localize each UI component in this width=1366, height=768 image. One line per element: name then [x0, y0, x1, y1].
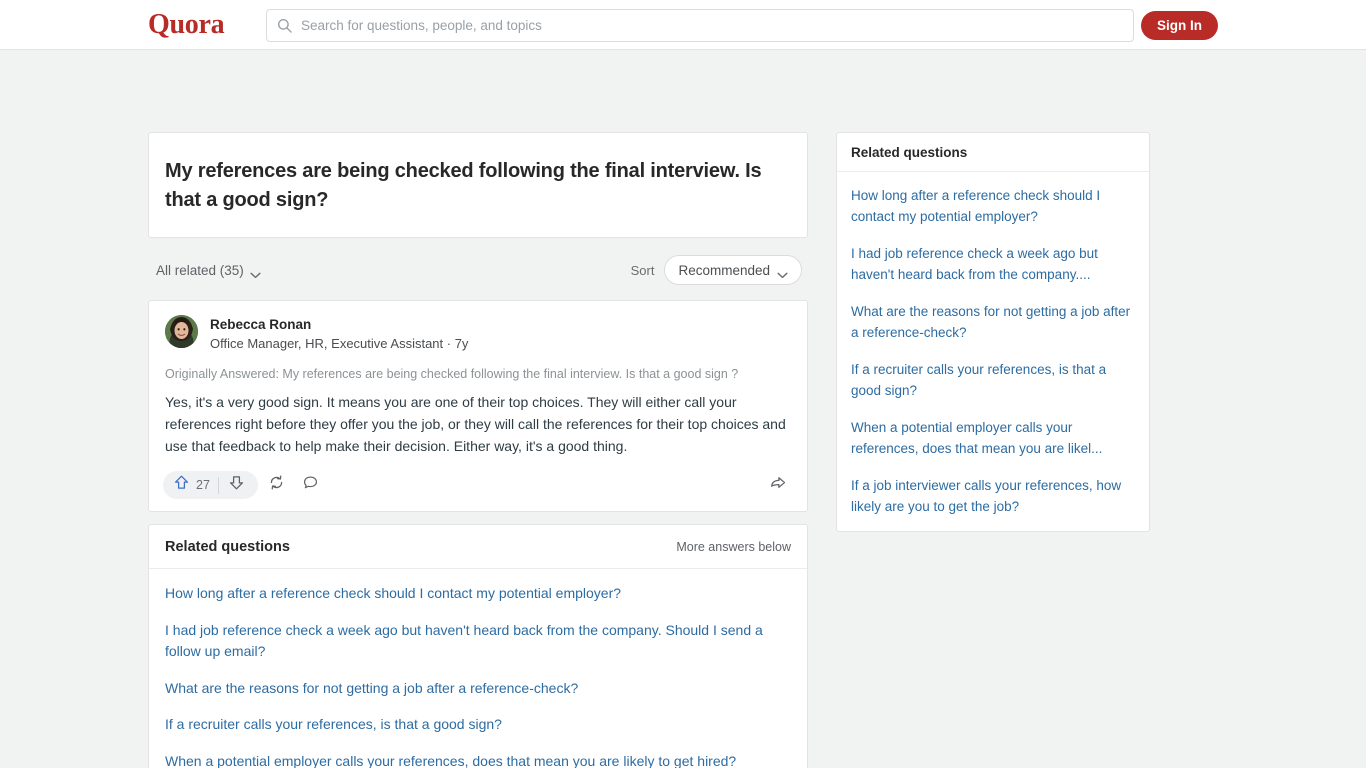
upvote-icon	[173, 474, 190, 496]
avatar[interactable]	[165, 315, 198, 348]
chevron-down-icon	[250, 267, 261, 278]
sidebar-item-related-question[interactable]: I had job reference check a week ago but…	[851, 243, 1135, 285]
related-questions-header: Related questions More answers below	[149, 525, 807, 569]
downvote-icon	[228, 474, 245, 496]
sidebar-item-related-question[interactable]: If a recruiter calls your references, is…	[851, 359, 1135, 401]
answer-filter-bar: All related (35) Sort Recommended	[148, 250, 808, 290]
answer-content: Rebecca Ronan Office Manager, HR, Execut…	[149, 301, 807, 465]
list-item[interactable]: When a potential employer calls your ref…	[165, 751, 791, 768]
all-related-dropdown[interactable]: All related (35)	[156, 263, 261, 278]
list-item[interactable]: How long after a reference check should …	[165, 583, 791, 605]
list-item[interactable]: What are the reasons for not getting a j…	[165, 678, 791, 700]
more-answers-below-label[interactable]: More answers below	[676, 540, 791, 554]
sidebar: Related questions How long after a refer…	[836, 132, 1150, 532]
quora-logo[interactable]: Quora	[148, 9, 225, 41]
repost-icon	[268, 474, 285, 496]
page-title: My references are being checked followin…	[165, 160, 762, 211]
answer-action-bar: 27	[149, 465, 807, 511]
answer-card: Rebecca Ronan Office Manager, HR, Execut…	[148, 300, 808, 512]
sidebar-item-related-question[interactable]: When a potential employer calls your ref…	[851, 417, 1135, 459]
comment-button[interactable]	[296, 471, 326, 499]
search-icon	[277, 18, 292, 33]
author-row: Rebecca Ronan Office Manager, HR, Execut…	[165, 315, 791, 353]
sidebar-item-related-question[interactable]: What are the reasons for not getting a j…	[851, 301, 1135, 343]
answer-text: Yes, it's a very good sign. It means you…	[165, 394, 786, 454]
search-input[interactable]	[301, 18, 1123, 33]
sidebar-related-questions-title: Related questions	[837, 133, 1149, 172]
question-card: My references are being checked followin…	[148, 132, 808, 238]
main-column: My references are being checked followin…	[148, 132, 808, 768]
vote-pill: 27	[163, 471, 258, 499]
chevron-down-icon	[777, 267, 788, 278]
related-questions-list: How long after a reference check should …	[149, 569, 807, 768]
action-buttons-left: 27	[163, 471, 326, 499]
list-item[interactable]: I had job reference check a week ago but…	[165, 620, 791, 663]
upvote-button[interactable]: 27	[167, 474, 218, 496]
sort-label: Sort	[630, 262, 655, 278]
sidebar-related-questions-card: Related questions How long after a refer…	[836, 132, 1150, 532]
sidebar-related-questions-list: How long after a reference check should …	[837, 172, 1149, 531]
sort-value: Recommended	[678, 262, 770, 278]
list-item[interactable]: If a recruiter calls your references, is…	[165, 714, 791, 736]
originally-answered-note: Originally Answered: My references are b…	[165, 367, 739, 381]
page-body: My references are being checked followin…	[0, 50, 1366, 768]
upvote-count: 27	[196, 478, 210, 492]
author-meta: Rebecca Ronan Office Manager, HR, Execut…	[210, 315, 468, 353]
author-credential: Office Manager, HR, Executive Assistant …	[210, 336, 469, 351]
repost-button[interactable]	[262, 471, 292, 499]
search-bar[interactable]	[266, 9, 1134, 42]
related-questions-card: Related questions More answers below How…	[148, 524, 808, 768]
share-icon	[769, 474, 787, 497]
all-related-label: All related (35)	[156, 262, 244, 278]
sidebar-item-related-question[interactable]: If a job interviewer calls your referenc…	[851, 475, 1135, 517]
related-questions-title: Related questions	[165, 539, 290, 555]
site-header: Quora Sign In	[0, 0, 1366, 50]
sign-in-button[interactable]: Sign In	[1141, 11, 1218, 40]
sidebar-item-related-question[interactable]: How long after a reference check should …	[851, 185, 1135, 227]
comment-icon	[302, 474, 319, 496]
author-name[interactable]: Rebecca Ronan	[210, 316, 468, 334]
downvote-button[interactable]	[219, 474, 254, 496]
sort-control: Sort Recommended	[631, 255, 802, 285]
sort-dropdown[interactable]: Recommended	[664, 255, 802, 285]
share-button[interactable]	[763, 471, 793, 499]
